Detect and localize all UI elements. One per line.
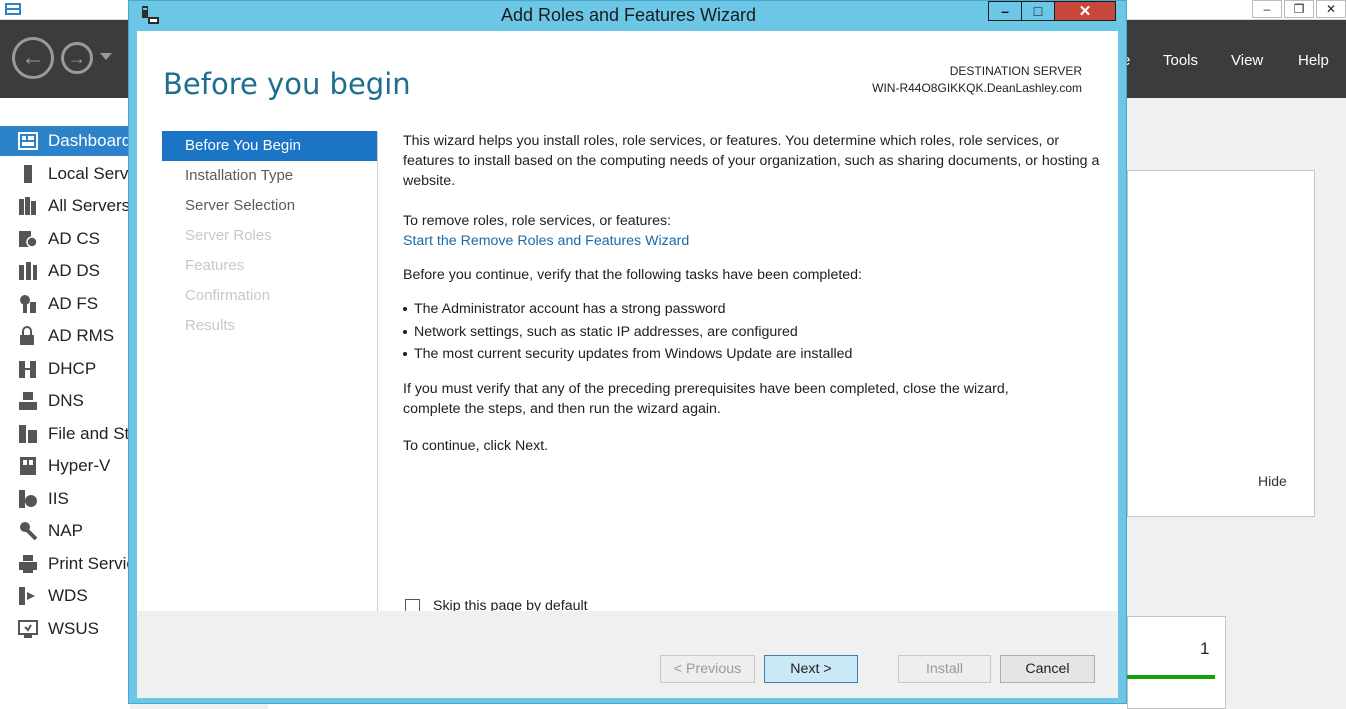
sidebar-item-local-server[interactable]: Local Server — [0, 159, 130, 189]
continue-note-text: To continue, click Next. — [403, 438, 549, 454]
ad-ds-icon — [19, 262, 37, 280]
step-server-roles: Server Roles — [185, 227, 272, 244]
sidebar-item-label: Dashboard — [48, 131, 130, 150]
status-bar-green — [1127, 675, 1215, 679]
sm-minimize-button[interactable]: – — [1252, 0, 1282, 18]
wsus-icon — [18, 620, 38, 638]
destination-server-label: DESTINATION SERVER — [949, 64, 1082, 78]
page-title: Before you begin — [163, 67, 411, 101]
nap-icon — [20, 522, 38, 541]
sidebar-item-label: AD FS — [48, 294, 99, 313]
minimize-button[interactable]: – — [988, 1, 1022, 21]
sidebar-item-label: AD DS — [48, 261, 100, 280]
sidebar-item-ad-cs[interactable]: AD CS — [0, 224, 130, 254]
server-manager-app-icon — [5, 3, 21, 15]
history-dropdown-icon[interactable] — [100, 53, 112, 60]
dhcp-icon — [19, 361, 36, 378]
remove-roles-wizard-link[interactable]: Start the Remove Roles and Features Wiza… — [403, 233, 689, 249]
sidebar-item-label: Local Server — [48, 164, 130, 183]
sidebar-item-label: DNS — [48, 391, 84, 410]
sidebar-item-label: Hyper-V — [48, 456, 111, 475]
sidebar-item-all-servers[interactable]: All Servers — [0, 191, 130, 221]
install-button[interactable]: Install — [898, 655, 991, 683]
cancel-button[interactable]: Cancel — [1000, 655, 1095, 683]
sidebar-item-label: NAP — [48, 521, 83, 540]
sidebar-item-dhcp[interactable]: DHCP — [0, 354, 130, 384]
destination-server-name: WIN-R44O8GIKKQK.DeanLashley.com — [872, 81, 1082, 95]
sidebar-item-label: WDS — [48, 586, 88, 605]
step-results: Results — [185, 317, 236, 334]
wizard-body: Before you begin DESTINATION SERVER WIN-… — [137, 31, 1118, 698]
prerequisite-list: The Administrator account has a strong p… — [403, 299, 1103, 379]
all-servers-icon — [19, 197, 36, 215]
welcome-tile — [1127, 170, 1315, 517]
ad-fs-icon — [20, 295, 36, 313]
ad-cs-icon — [19, 231, 38, 248]
hide-link[interactable]: Hide — [1258, 473, 1287, 489]
sidebar-item-label: File and Storage Services — [48, 424, 130, 443]
verify-prompt-text: Before you continue, verify that the fol… — [403, 267, 863, 283]
list-item: Network settings, such as static IP addr… — [403, 322, 1103, 345]
next-button[interactable]: Next > — [764, 655, 858, 683]
iis-icon — [19, 490, 37, 508]
sidebar-item-label: WSUS — [48, 619, 99, 638]
add-roles-wizard-window: Add Roles and Features Wizard – □ ✕ Befo… — [128, 0, 1127, 704]
step-features: Features — [185, 257, 245, 274]
file-storage-icon — [19, 425, 37, 443]
prereq-note-text: If you must verify that any of the prece… — [403, 381, 1009, 417]
wizard-window-controls: – □ ✕ — [988, 1, 1116, 21]
intro-text: This wizard helps you install roles, rol… — [403, 133, 1100, 189]
step-confirmation: Confirmation — [185, 287, 271, 304]
close-button[interactable]: ✕ — [1054, 1, 1116, 21]
ad-rms-icon — [20, 326, 34, 345]
server-manager-window-controls: – ❐ ✕ — [1250, 0, 1346, 18]
hyper-v-icon — [20, 457, 36, 475]
sidebar-item-ad-ds[interactable]: AD DS — [0, 256, 130, 286]
step-installation-type[interactable]: Installation Type — [162, 161, 377, 191]
sidebar-item-ad-fs[interactable]: AD FS — [0, 289, 130, 319]
forward-arrow-icon[interactable]: → — [61, 42, 93, 74]
sidebar-item-ad-rms[interactable]: AD RMS — [0, 321, 130, 351]
sidebar-item-file-storage[interactable]: File and Storage Services — [0, 419, 130, 449]
sidebar-item-wsus[interactable]: WSUS — [0, 614, 130, 644]
sidebar-item-print-services[interactable]: Print Services — [0, 549, 130, 579]
steps-divider — [377, 131, 378, 616]
sidebar-item-label: AD CS — [48, 229, 100, 248]
wds-icon — [19, 587, 35, 605]
sidebar-item-hyper-v[interactable]: Hyper-V — [0, 451, 130, 481]
dns-icon — [19, 392, 37, 410]
step-server-selection[interactable]: Server Selection — [162, 191, 377, 221]
menu-view[interactable]: View — [1231, 52, 1263, 69]
role-count: 1 — [1200, 639, 1210, 658]
dashboard-icon — [18, 132, 38, 150]
sidebar-item-iis[interactable]: IIS — [0, 484, 130, 514]
local-server-icon — [24, 165, 32, 183]
sidebar-item-dashboard[interactable]: Dashboard — [0, 126, 130, 156]
sidebar-item-label: IIS — [48, 489, 69, 508]
list-item: The most current security updates from W… — [403, 344, 1103, 367]
menu-tools[interactable]: Tools — [1163, 52, 1198, 69]
wizard-title: Add Roles and Features Wizard — [500, 5, 757, 25]
previous-button[interactable]: < Previous — [660, 655, 755, 683]
sidebar-item-dns[interactable]: DNS — [0, 386, 130, 416]
back-arrow-icon[interactable]: ← — [12, 37, 54, 79]
sidebar-item-label: Print Services — [48, 554, 130, 573]
list-item: The Administrator account has a strong p… — [403, 299, 1103, 322]
wizard-steps-nav: Before You Begin Installation Type Serve… — [162, 131, 377, 341]
sidebar-item-label: AD RMS — [48, 326, 115, 345]
maximize-button[interactable]: □ — [1021, 1, 1055, 21]
menu-help[interactable]: Help — [1298, 52, 1329, 69]
wizard-content: This wizard helps you install roles, rol… — [403, 131, 1103, 456]
sidebar-item-nap[interactable]: NAP — [0, 516, 130, 546]
step-before-you-begin[interactable]: Before You Begin — [162, 131, 377, 161]
sm-close-button[interactable]: ✕ — [1316, 0, 1346, 18]
print-icon — [19, 555, 37, 573]
sidebar-item-label: DHCP — [48, 359, 97, 378]
server-manager-sidebar: Dashboard Local Server All Servers AD CS… — [0, 98, 130, 709]
role-tile — [1127, 616, 1226, 709]
sidebar-item-label: All Servers — [48, 196, 130, 215]
sm-restore-button[interactable]: ❐ — [1284, 0, 1314, 18]
remove-prompt-text: To remove roles, role services, or featu… — [403, 213, 672, 229]
sidebar-item-wds[interactable]: WDS — [0, 581, 130, 611]
